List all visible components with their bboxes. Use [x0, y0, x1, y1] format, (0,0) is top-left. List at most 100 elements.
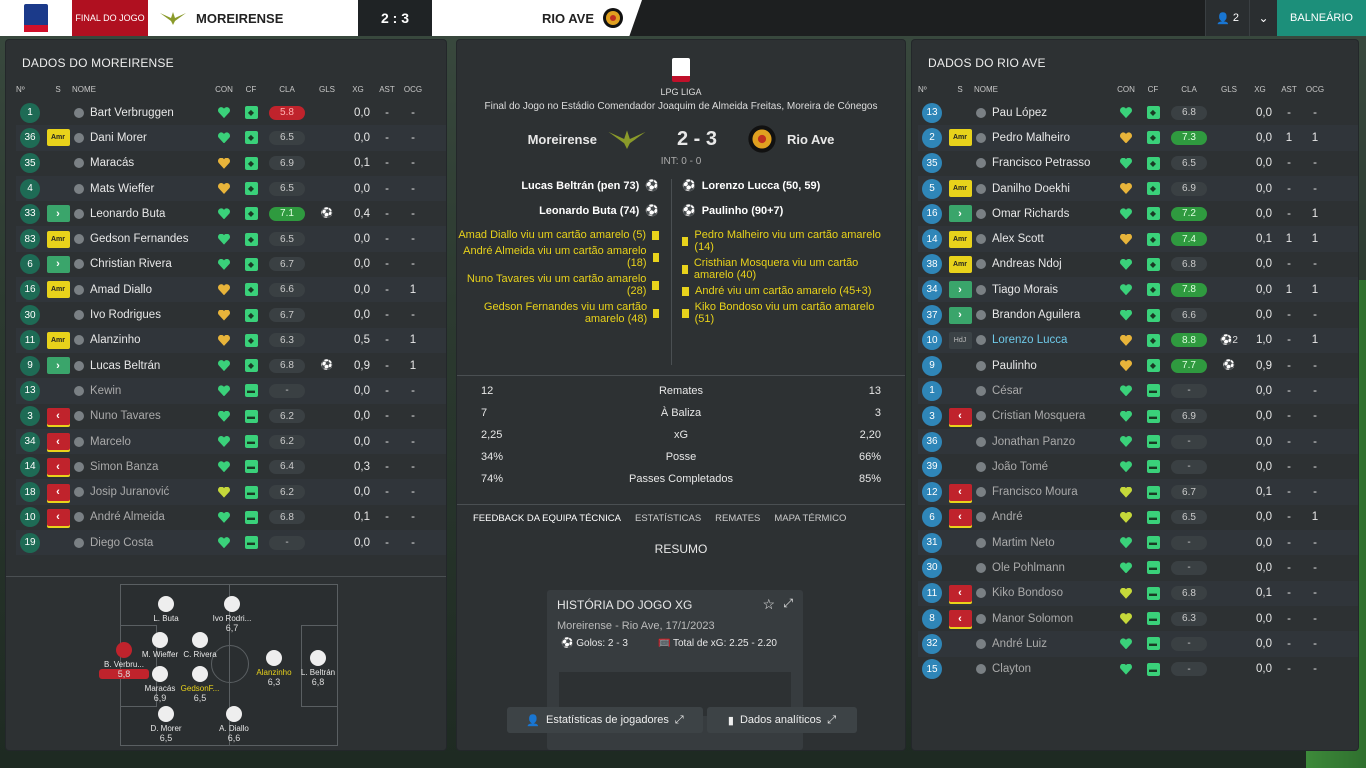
- player-row[interactable]: 3 ‹ Cristian Mosquera ▬ 6.9 0,0 - -: [918, 404, 1358, 429]
- player-name[interactable]: Danilho Doekhi: [992, 183, 1110, 195]
- player-name[interactable]: Josip Juranović: [90, 486, 208, 498]
- player-name[interactable]: Lucas Beltrán: [90, 360, 208, 372]
- player-name[interactable]: Leonardo Buta: [90, 208, 208, 220]
- player-name[interactable]: César: [992, 385, 1110, 397]
- player-row[interactable]: 10 HdJ Lorenzo Lucca ◆ 8.8 ⚽2 1,0 - 1: [918, 327, 1358, 353]
- player-row[interactable]: 16 Amr Amad Diallo ◆ 6.6 0,0 - 1: [16, 277, 446, 303]
- player-row[interactable]: 8 ‹ Manor Solomon ▬ 6.3 0,0 - -: [918, 606, 1358, 631]
- player-row[interactable]: 37 › Brandon Aguilera ◆ 6.6 0,0 - -: [918, 302, 1358, 327]
- player-name[interactable]: Nuno Tavares: [90, 410, 208, 422]
- player-row[interactable]: 30 Ivo Rodrigues ◆ 6.7 0,0 - -: [16, 302, 446, 327]
- player-row[interactable]: 2 Amr Pedro Malheiro ◆ 7.3 0,0 1 1: [918, 125, 1358, 151]
- player-name[interactable]: Cristian Mosquera: [992, 410, 1110, 422]
- tab[interactable]: MAPA TÉRMICO: [774, 513, 846, 524]
- player-row[interactable]: 35 Maracás ◆ 6.9 0,1 - -: [16, 151, 446, 176]
- player-name[interactable]: Diego Costa: [90, 537, 208, 549]
- player-name[interactable]: Lorenzo Lucca: [992, 334, 1110, 346]
- player-name[interactable]: Mats Wieffer: [90, 183, 208, 195]
- player-row[interactable]: 14 ‹ Simon Banza ▬ 6.4 0,3 - -: [16, 454, 446, 479]
- away-team-block[interactable]: RIO AVE: [432, 0, 642, 36]
- player-name[interactable]: Francisco Moura: [992, 486, 1110, 498]
- player-name[interactable]: Kiko Bondoso: [992, 587, 1110, 599]
- player-row[interactable]: 11 Amr Alanzinho ◆ 6.3 0,5 - 1: [16, 327, 446, 353]
- player-row[interactable]: 33 › Leonardo Buta ◆ 7.1 ⚽ 0,4 - -: [16, 201, 446, 226]
- player-stats-button[interactable]: 👤 Estatísticas de jogadores ⤢: [507, 707, 703, 733]
- away-name[interactable]: Rio Ave: [787, 132, 834, 147]
- player-name[interactable]: Omar Richards: [992, 208, 1110, 220]
- player-name[interactable]: Martim Neto: [992, 537, 1110, 549]
- player-name[interactable]: Simon Banza: [90, 461, 208, 473]
- formation-player[interactable]: Alanzinho 6,3: [249, 650, 299, 687]
- player-row[interactable]: 36 Jonathan Panzo ▬ -0,0- -: [918, 428, 1358, 455]
- formation-player[interactable]: C. Rivera: [175, 632, 225, 659]
- player-name[interactable]: Ivo Rodrigues: [90, 309, 208, 321]
- player-name[interactable]: Brandon Aguilera: [992, 309, 1110, 321]
- player-row[interactable]: 1 César ▬ -0,0- -: [918, 378, 1358, 404]
- player-row[interactable]: 38 Amr Andreas Ndoj ◆ 6.8 0,0 - -: [918, 252, 1358, 277]
- player-name[interactable]: Kewin: [90, 385, 208, 397]
- expand-icon[interactable]: ⤢: [783, 596, 793, 611]
- player-name[interactable]: André: [992, 511, 1110, 523]
- formation-player[interactable]: A. Diallo 6,6: [209, 706, 259, 743]
- player-row[interactable]: 31 Martim Neto ▬ -0,0- -: [918, 530, 1358, 556]
- tab[interactable]: FEEDBACK DA EQUIPA TÉCNICA: [473, 513, 621, 524]
- player-row[interactable]: 30 Ole Pohlmann ▬ -0,0- -: [918, 555, 1358, 580]
- player-row[interactable]: 6 ‹ André ▬ 6.5 0,0 - 1: [918, 505, 1358, 530]
- player-row[interactable]: 18 ‹ Josip Juranović ▬ 6.2 0,0 - -: [16, 479, 446, 505]
- player-name[interactable]: Paulinho: [992, 360, 1110, 372]
- player-row[interactable]: 13 Kewin ▬ -0,0- -: [16, 378, 446, 404]
- player-row[interactable]: 39 João Tomé ▬ -0,0- -: [918, 454, 1358, 479]
- player-name[interactable]: Alex Scott: [992, 233, 1110, 245]
- player-row[interactable]: 35 Francisco Petrasso ◆ 6.5 0,0 - -: [918, 151, 1358, 176]
- player-name[interactable]: Clayton: [992, 663, 1110, 675]
- formation-player[interactable]: Ivo Rodri... 6,7: [207, 596, 257, 633]
- player-row[interactable]: 5 Amr Danilho Doekhi ◆ 6.9 0,0 - -: [918, 175, 1358, 202]
- player-row[interactable]: 9 › Lucas Beltrán ◆ 6.8 ⚽ 0,9 - 1: [16, 353, 446, 378]
- player-name[interactable]: Gedson Fernandes: [90, 233, 208, 245]
- player-row[interactable]: 36 Amr Dani Morer ◆ 6.5 0,0 - -: [16, 125, 446, 151]
- player-row[interactable]: 3 ‹ Nuno Tavares ▬ 6.2 0,0 - -: [16, 404, 446, 429]
- tab[interactable]: REMATES: [715, 513, 760, 524]
- player-name[interactable]: Marcelo: [90, 436, 208, 448]
- player-name[interactable]: Francisco Petrasso: [992, 157, 1110, 169]
- formation-player[interactable]: GedsonF... 6,5: [175, 666, 225, 703]
- player-row[interactable]: 14 Amr Alex Scott ◆ 7.4 0,1 1 1: [918, 226, 1358, 252]
- player-row[interactable]: 83 Amr Gedson Fernandes ◆ 6.5 0,0 - -: [16, 226, 446, 252]
- player-name[interactable]: Jonathan Panzo: [992, 436, 1110, 448]
- player-row[interactable]: 15 Clayton ▬ -0,0- -: [918, 657, 1358, 682]
- player-row[interactable]: 32 André Luiz ▬ -0,0- -: [918, 631, 1358, 657]
- formation-player[interactable]: L. Buta: [141, 596, 191, 623]
- player-name[interactable]: Pedro Malheiro: [992, 132, 1110, 144]
- player-row[interactable]: 10 ‹ André Almeida ▬ 6.8 0,1 - -: [16, 505, 446, 530]
- player-name[interactable]: Ole Pohlmann: [992, 562, 1110, 574]
- player-name[interactable]: Bart Verbruggen: [90, 107, 208, 119]
- player-row[interactable]: 16 › Omar Richards ◆ 7.2 0,0 - 1: [918, 201, 1358, 226]
- formation-player[interactable]: L. Beltrán 6,8: [293, 650, 343, 687]
- player-row[interactable]: 6 › Christian Rivera ◆ 6.7 0,0 - -: [16, 252, 446, 277]
- player-name[interactable]: André Almeida: [90, 511, 208, 523]
- player-row[interactable]: 19 Diego Costa ▬ -0,0- -: [16, 530, 446, 556]
- player-row[interactable]: 4 Mats Wieffer ◆ 6.5 0,0 - -: [16, 175, 446, 202]
- tab[interactable]: ESTATÍSTICAS: [635, 513, 701, 524]
- player-row[interactable]: 13 Pau López ◆ 6.8 0,0 - -: [918, 100, 1358, 125]
- formation-player[interactable]: D. Morer 6,5: [141, 706, 191, 743]
- player-name[interactable]: André Luiz: [992, 638, 1110, 650]
- player-row[interactable]: 1 Bart Verbruggen ◆ 5.8 0,0 - -: [16, 100, 446, 125]
- star-icon[interactable]: ☆: [762, 596, 775, 613]
- player-name[interactable]: Manor Solomon: [992, 613, 1110, 625]
- player-name[interactable]: Tiago Morais: [992, 284, 1110, 296]
- player-name[interactable]: Amad Diallo: [90, 284, 208, 296]
- player-name[interactable]: Dani Morer: [90, 132, 208, 144]
- home-name[interactable]: Moreirense: [528, 132, 597, 147]
- player-name[interactable]: Alanzinho: [90, 334, 208, 346]
- player-row[interactable]: 9 Paulinho ◆ 7.7 ⚽ 0,9 - -: [918, 353, 1358, 378]
- users-button[interactable]: 👤 2: [1205, 0, 1249, 36]
- balneario-button[interactable]: BALNEÁRIO: [1277, 0, 1366, 36]
- player-name[interactable]: Andreas Ndoj: [992, 258, 1110, 270]
- player-row[interactable]: 11 ‹ Kiko Bondoso ▬ 6.8 0,1 - -: [918, 580, 1358, 606]
- player-name[interactable]: João Tomé: [992, 461, 1110, 473]
- player-name[interactable]: Maracás: [90, 157, 208, 169]
- home-team-block[interactable]: MOREIRENSE: [148, 0, 358, 36]
- analytics-button[interactable]: ▮ Dados analíticos ⤢: [707, 707, 857, 733]
- chevron-down-icon[interactable]: ⌄: [1249, 0, 1277, 36]
